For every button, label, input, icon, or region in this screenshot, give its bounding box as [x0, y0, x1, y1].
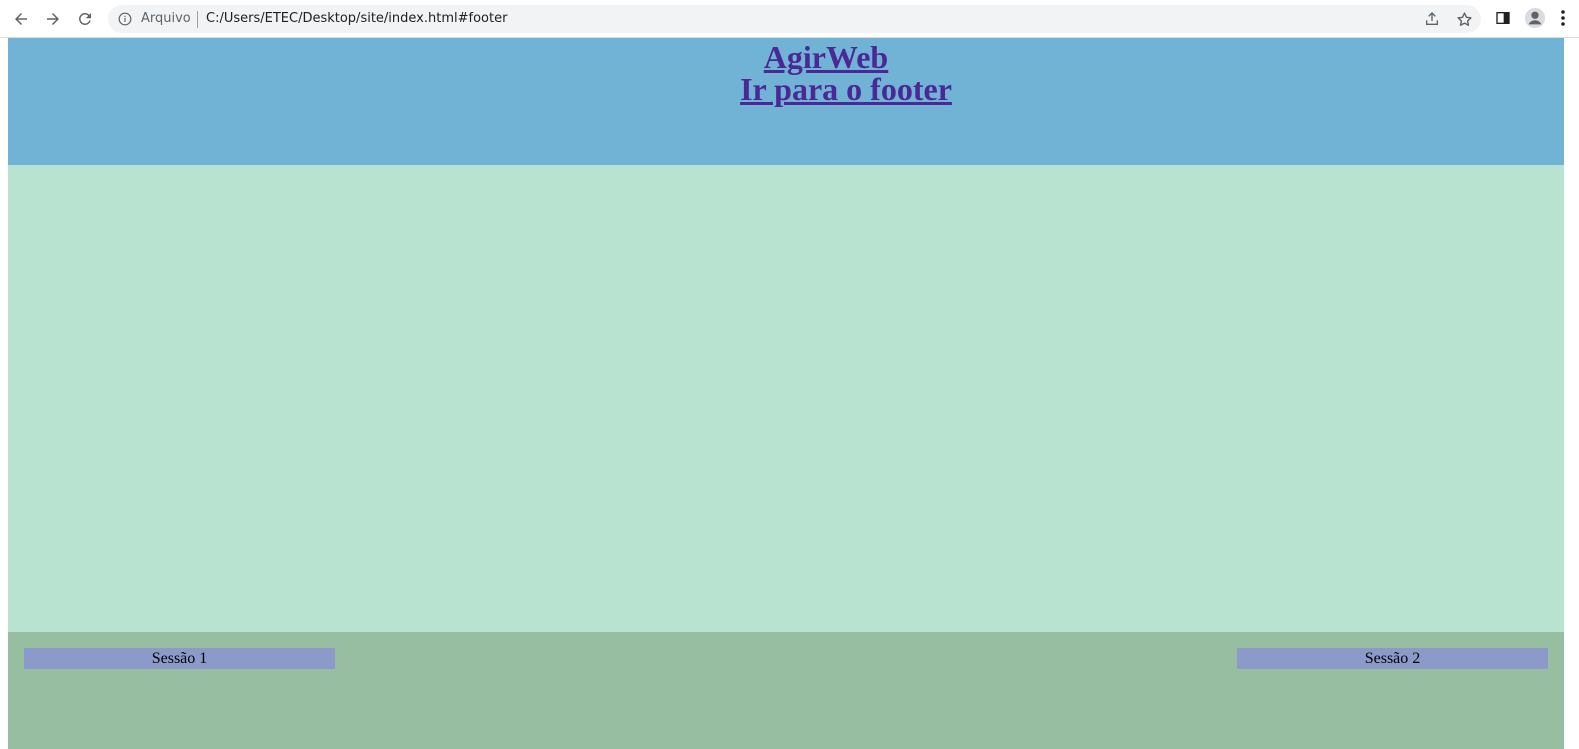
- side-panel-button[interactable]: [1491, 6, 1515, 30]
- share-icon: [1426, 12, 1438, 25]
- session-2: Sessão 2: [1237, 648, 1548, 669]
- back-icon: [15, 13, 27, 25]
- profile-icon: [1524, 7, 1546, 29]
- share-button[interactable]: [1422, 9, 1442, 29]
- site-title-link[interactable]: AgirWeb: [8, 41, 1579, 74]
- reload-button[interactable]: [72, 6, 98, 32]
- menu-button[interactable]: [1553, 6, 1573, 30]
- forward-button[interactable]: [40, 6, 66, 32]
- scheme-label: Arquivo: [141, 11, 191, 26]
- menu-icon: [1561, 10, 1565, 26]
- profile-button[interactable]: [1523, 6, 1547, 30]
- side-panel-icon: [1496, 12, 1510, 24]
- main-content: [8, 165, 1564, 632]
- back-button[interactable]: [8, 6, 34, 32]
- site-header: AgirWeb Ir para o footer: [8, 38, 1564, 165]
- info-icon[interactable]: [118, 12, 132, 26]
- reload-icon: [79, 13, 91, 25]
- site-footer: Sessão 1 Sessão 2: [8, 632, 1564, 749]
- page-body: AgirWeb Ir para o footer Sessão 1 Sessão…: [8, 38, 1564, 749]
- bookmark-button[interactable]: [1454, 9, 1474, 29]
- address-bar[interactable]: Arquivo C:/Users/ETEC/Desktop/site/index…: [108, 5, 1481, 33]
- forward-icon: [47, 13, 59, 25]
- footer-jump-link[interactable]: Ir para o footer: [8, 73, 1579, 106]
- session-1: Sessão 1: [24, 648, 335, 669]
- browser-toolbar: Arquivo C:/Users/ETEC/Desktop/site/index…: [0, 0, 1579, 38]
- star-icon: [1456, 11, 1472, 26]
- url-text[interactable]: C:/Users/ETEC/Desktop/site/index.html#fo…: [206, 11, 507, 26]
- omnibox-divider: [197, 11, 198, 28]
